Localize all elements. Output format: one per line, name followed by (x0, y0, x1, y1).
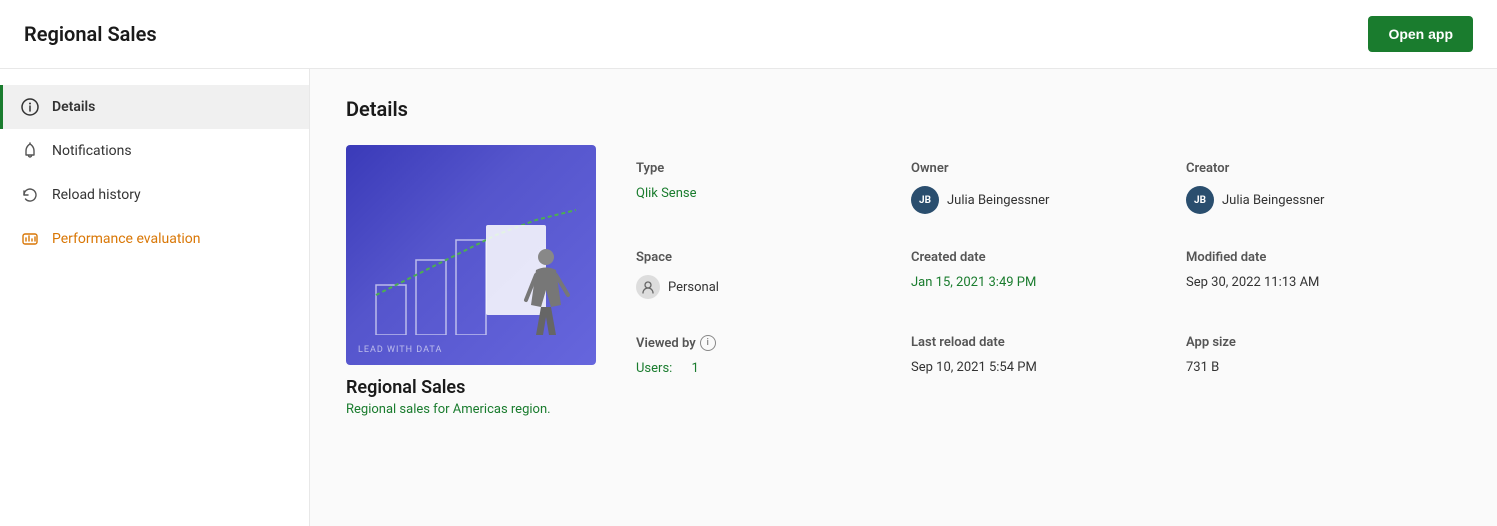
created-date-label: Created date (911, 250, 1166, 265)
info-icon[interactable]: i (700, 335, 716, 351)
last-reload-cell: Last reload date Sep 10, 2021 5:54 PM (911, 319, 1186, 396)
owner-label: Owner (911, 161, 1166, 176)
sidebar-item-performance-evaluation[interactable]: Performance evaluation (0, 217, 309, 261)
last-reload-label: Last reload date (911, 335, 1166, 350)
history-icon (20, 185, 40, 205)
page-title: Regional Sales (24, 22, 157, 46)
space-label: Space (636, 250, 891, 265)
app-thumbnail-image: LEAD WITH DATA (346, 145, 596, 365)
space-cell: Space Personal (636, 234, 911, 319)
created-date-value: Jan 15, 2021 3:49 PM (911, 275, 1166, 290)
sidebar-item-details[interactable]: Details (0, 85, 309, 129)
viewed-by-value: Users: 1 (636, 361, 891, 376)
creator-value: JB Julia Beingessner (1186, 186, 1441, 214)
sidebar-item-notifications-label: Notifications (52, 143, 132, 159)
owner-name: Julia Beingessner (947, 193, 1049, 208)
main-content: Details LEAD WITH DATA (310, 69, 1497, 526)
app-name: Regional Sales (346, 377, 596, 398)
type-label: Type (636, 161, 891, 176)
info-circle-icon (20, 97, 40, 117)
modified-date-label: Modified date (1186, 250, 1441, 265)
details-info-grid: Type Qlik Sense Owner JB Julia Beingessn… (636, 145, 1461, 417)
creator-name[interactable]: Julia Beingessner (1222, 193, 1324, 208)
app-size-label: App size (1186, 335, 1441, 350)
modified-date-value: Sep 30, 2022 11:13 AM (1186, 275, 1441, 290)
sidebar: Details Notifications Reload history (0, 69, 310, 526)
created-date-cell: Created date Jan 15, 2021 3:49 PM (911, 234, 1186, 319)
sidebar-item-notifications[interactable]: Notifications (0, 129, 309, 173)
open-app-button[interactable]: Open app (1368, 16, 1473, 52)
space-icon (636, 275, 660, 299)
sidebar-item-details-label: Details (52, 99, 95, 115)
owner-value: JB Julia Beingessner (911, 186, 1166, 214)
app-thumbnail-section: LEAD WITH DATA Regional Sales Regional s… (346, 145, 596, 417)
section-title: Details (346, 97, 1461, 121)
modified-date-cell: Modified date Sep 30, 2022 11:13 AM (1186, 234, 1461, 319)
creator-avatar: JB (1186, 186, 1214, 214)
viewed-by-cell: Viewed by i Users: 1 (636, 319, 911, 396)
sidebar-item-reload-history[interactable]: Reload history (0, 173, 309, 217)
space-value: Personal (636, 275, 891, 299)
type-value[interactable]: Qlik Sense (636, 186, 891, 201)
app-size-value: 731 B (1186, 360, 1441, 375)
gauge-icon (20, 229, 40, 249)
bell-icon (20, 141, 40, 161)
sidebar-item-reload-history-label: Reload history (52, 187, 141, 203)
owner-avatar: JB (911, 186, 939, 214)
last-reload-value: Sep 10, 2021 5:54 PM (911, 360, 1166, 375)
owner-cell: Owner JB Julia Beingessner (911, 145, 1186, 234)
space-name: Personal (668, 280, 719, 295)
app-description: Regional sales for Americas region. (346, 402, 596, 417)
thumbnail-watermark: LEAD WITH DATA (358, 345, 442, 355)
viewed-by-label: Viewed by i (636, 335, 891, 351)
details-body: LEAD WITH DATA Regional Sales Regional s… (346, 145, 1461, 417)
creator-cell: Creator JB Julia Beingessner (1186, 145, 1461, 234)
type-cell: Type Qlik Sense (636, 145, 911, 234)
creator-label: Creator (1186, 161, 1441, 176)
sidebar-item-performance-label: Performance evaluation (52, 231, 201, 247)
app-size-cell: App size 731 B (1186, 319, 1461, 396)
